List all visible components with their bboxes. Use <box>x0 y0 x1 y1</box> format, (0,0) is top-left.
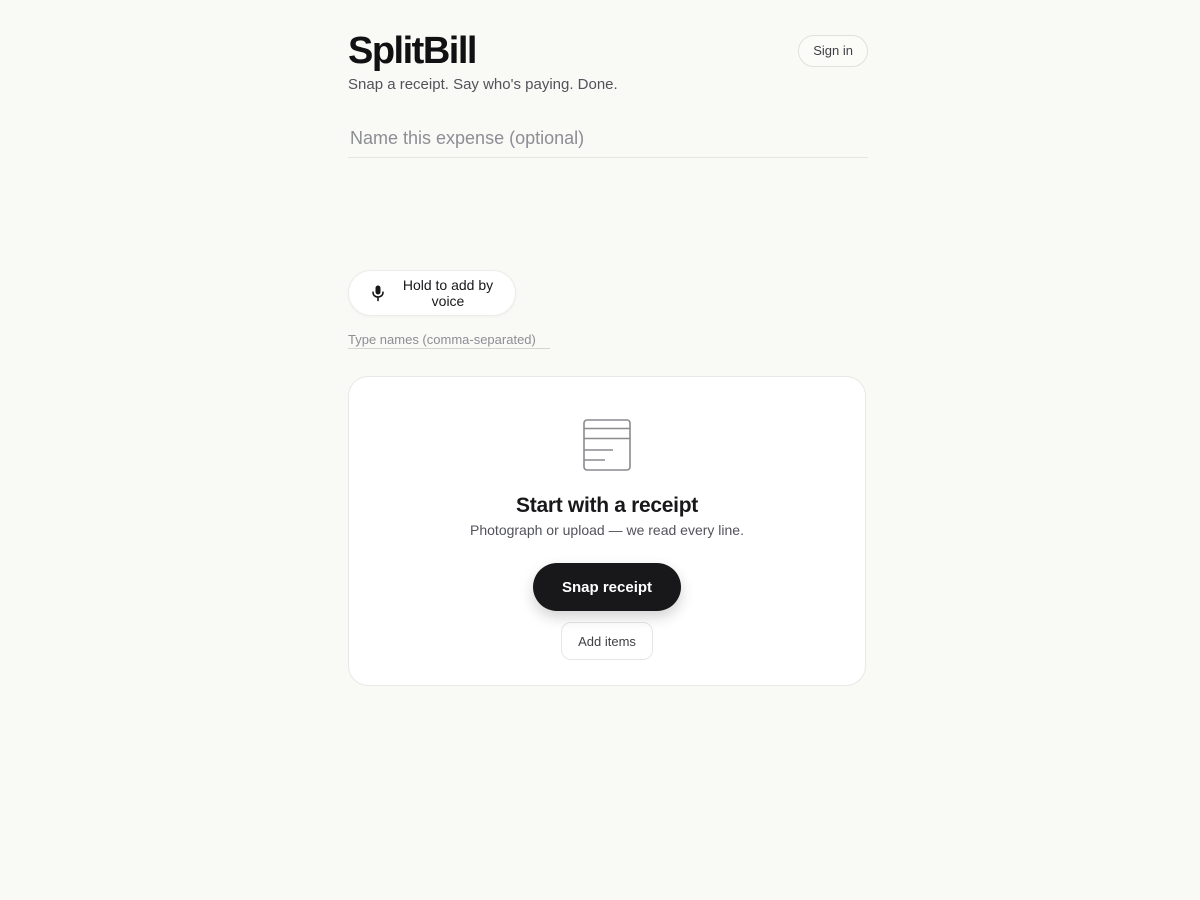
hold-to-add-voice-button[interactable]: Hold to add by voice <box>348 270 516 316</box>
tagline: Snap a receipt. Say who's paying. Done. <box>348 76 618 93</box>
snap-receipt-button[interactable]: Snap receipt <box>533 563 681 611</box>
names-input[interactable] <box>348 332 550 349</box>
add-items-button[interactable]: Add items <box>561 622 653 660</box>
receipt-card-heading: Start with a receipt <box>516 494 698 517</box>
receipt-card-subtext: Photograph or upload — we read every lin… <box>470 522 744 538</box>
app-title: SplitBill <box>348 30 477 72</box>
receipt-icon <box>349 419 865 471</box>
header: SplitBill Snap a receipt. Say who's payi… <box>348 30 868 100</box>
receipt-card: Start with a receipt Photograph or uploa… <box>348 376 866 686</box>
microphone-icon <box>369 284 387 302</box>
expense-name-input[interactable] <box>348 124 868 158</box>
voice-button-label: Hold to add by voice <box>402 277 494 309</box>
sign-in-button[interactable]: Sign in <box>798 35 868 67</box>
app-page: SplitBill Snap a receipt. Say who's payi… <box>348 0 868 686</box>
